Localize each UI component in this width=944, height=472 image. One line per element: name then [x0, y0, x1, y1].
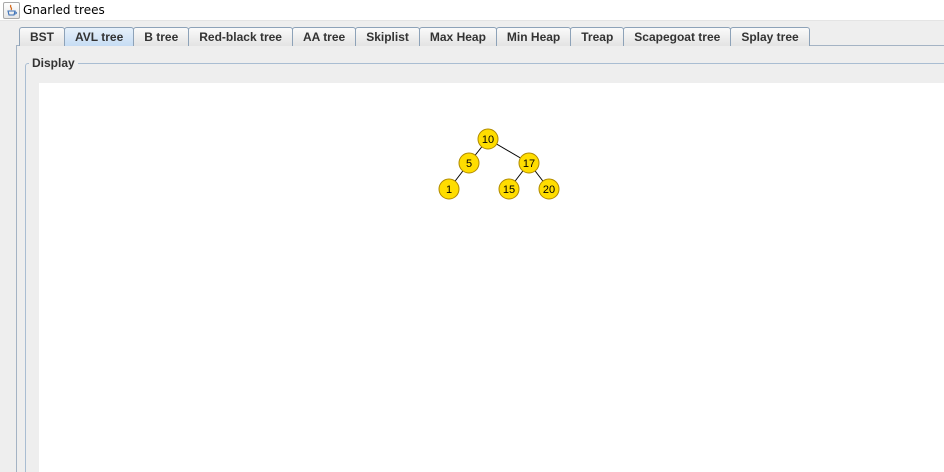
tree-node[interactable]: 10	[477, 128, 499, 150]
tab-max-heap[interactable]: Max Heap	[418, 27, 497, 46]
tab-splay-tree[interactable]: Splay tree	[730, 27, 810, 46]
window-title: Gnarled trees	[23, 3, 105, 17]
tab-min-heap[interactable]: Min Heap	[495, 27, 572, 46]
app-window: Gnarled trees BST AVL tree B tree Red-bl…	[0, 0, 944, 472]
java-cup-icon	[3, 2, 20, 19]
title-bar[interactable]: Gnarled trees	[0, 0, 944, 21]
tab-treap[interactable]: Treap	[570, 27, 625, 46]
tree-node[interactable]: 20	[538, 178, 560, 200]
tree-canvas[interactable]: 10 5 17 1 15 20	[39, 83, 944, 472]
tree-node[interactable]: 17	[518, 152, 540, 174]
tab-skiplist[interactable]: Skiplist	[355, 27, 420, 46]
tree-node-label: 10	[482, 134, 494, 146]
tree-node[interactable]: 5	[458, 152, 480, 174]
tree-node[interactable]: 15	[498, 178, 520, 200]
tree-node-label: 20	[543, 184, 555, 196]
tab-b-tree[interactable]: B tree	[133, 27, 190, 46]
tree-node-label: 17	[523, 158, 535, 170]
tree-node-label: 15	[503, 184, 515, 196]
tree-node[interactable]: 1	[438, 178, 460, 200]
tab-red-black-tree[interactable]: Red-black tree	[188, 27, 293, 46]
display-legend: Display	[29, 56, 78, 70]
tab-bst[interactable]: BST	[19, 27, 65, 46]
tree-node-label: 5	[466, 158, 472, 170]
tab-avl-tree[interactable]: AVL tree	[64, 27, 135, 46]
tree-node-label: 1	[446, 184, 452, 196]
tab-bar: BST AVL tree B tree Red-black tree AA tr…	[19, 27, 810, 46]
tab-scapegoat-tree[interactable]: Scapegoat tree	[623, 27, 732, 46]
tab-aa-tree[interactable]: AA tree	[291, 27, 357, 46]
tree-diagram: 10 5 17 1 15 20	[438, 128, 560, 200]
